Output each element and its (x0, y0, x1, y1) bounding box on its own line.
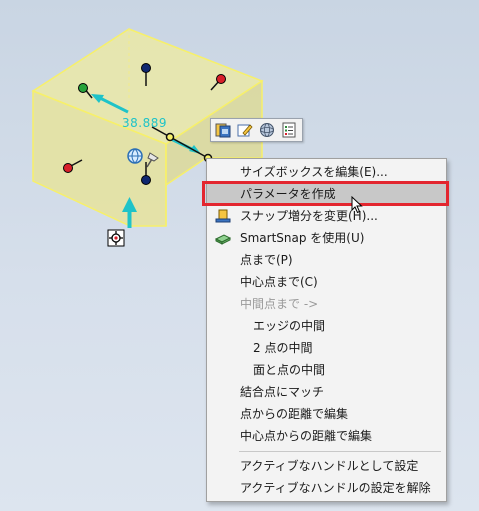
size-handle-bottom[interactable] (141, 175, 151, 185)
menu-item-two-point-midpoint[interactable]: 2 点の中間 (207, 337, 446, 359)
menu-item-create-parameter[interactable]: パラメータを作成 (207, 183, 446, 205)
menu-separator (239, 451, 441, 452)
size-handle-front[interactable] (63, 163, 73, 173)
menu-item-use-smartsnap[interactable]: SmartSnap を使用(U) (207, 227, 446, 249)
menu-item-edit-distance-from-point[interactable]: 点からの距離で編集 (207, 403, 446, 425)
menu-item-set-active-handle[interactable]: アクティブなハンドルとして設定 (207, 455, 446, 477)
menu-item-change-snap-increment[interactable]: スナップ増分を変更(H)... (207, 205, 446, 227)
menu-item-match-connection-point[interactable]: 結合点にマッチ (207, 381, 446, 403)
smartsnap-icon (215, 234, 231, 245)
size-handle-left[interactable] (78, 83, 88, 93)
snap-increment-icon (215, 209, 231, 223)
menu-item-face-point-midpoint[interactable]: 面と点の中間 (207, 359, 446, 381)
context-menu: サイズボックスを編集(E)... パラメータを作成 スナップ増分を変更(H)..… (206, 158, 447, 502)
sphere-icon[interactable] (259, 122, 275, 138)
menu-item-to-point[interactable]: 点まで(P) (207, 249, 446, 271)
edit-icon[interactable] (237, 122, 253, 138)
size-handle-right[interactable] (216, 74, 226, 84)
menu-item-to-midpoint: 中間点まで -> (240, 297, 319, 311)
menu-item-to-center-point[interactable]: 中心点まで(C) (207, 271, 446, 293)
mouse-cursor-icon (351, 196, 363, 214)
size-handle-top[interactable] (141, 63, 151, 73)
menu-item-edge-midpoint[interactable]: エッジの中間 (207, 315, 446, 337)
menu-item-unset-active-handle[interactable]: アクティブなハンドルの設定を解除 (207, 477, 446, 499)
menu-item-edit-distance-from-center[interactable]: 中心点からの距離で編集 (207, 425, 446, 447)
menu-item-edit-size-box[interactable]: サイズボックスを編集(E)... (207, 161, 446, 183)
yellow-handle[interactable] (165, 132, 175, 142)
gallery-icon[interactable] (215, 122, 231, 138)
dimension-value-label[interactable]: 38.889 (122, 116, 167, 130)
mini-toolbar (210, 118, 303, 142)
move-handle-icon[interactable] (107, 229, 125, 247)
list-icon[interactable] (281, 122, 297, 138)
